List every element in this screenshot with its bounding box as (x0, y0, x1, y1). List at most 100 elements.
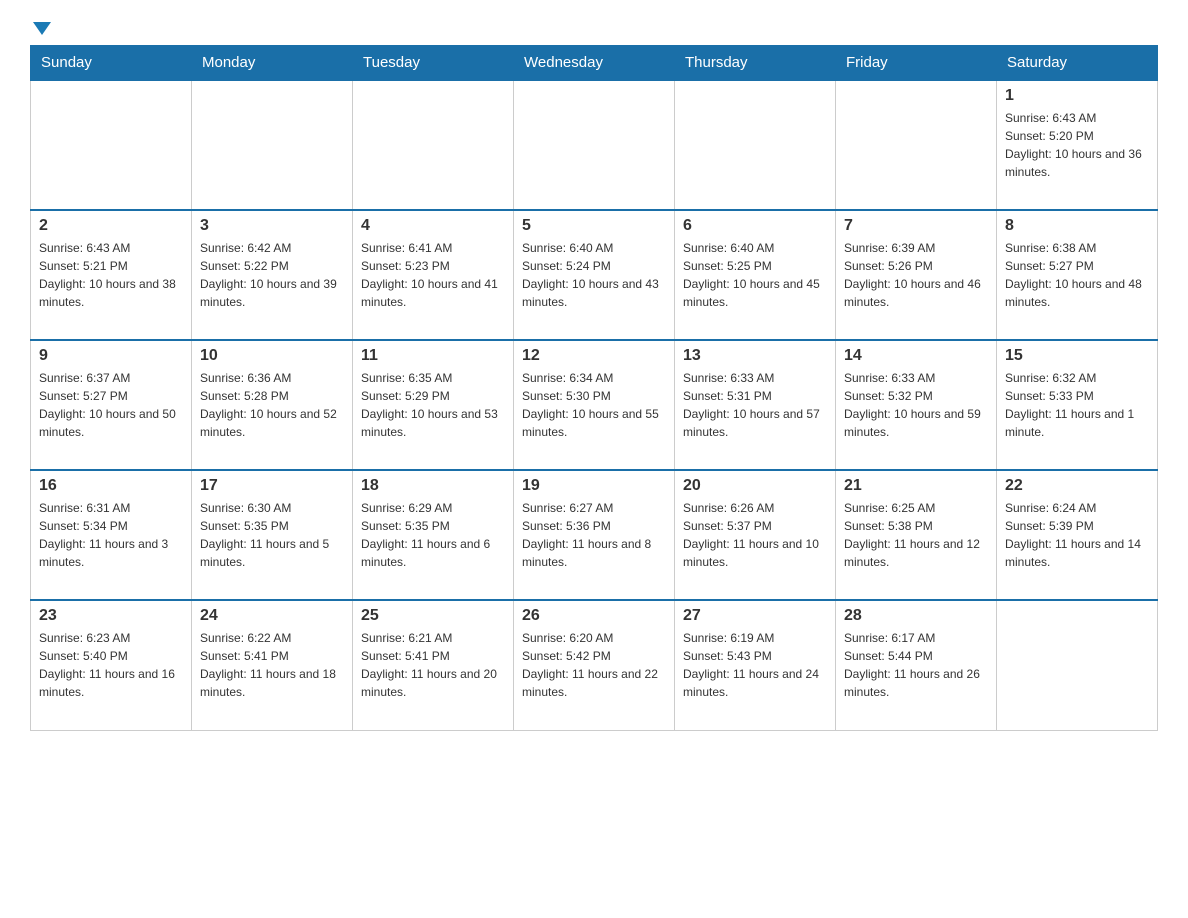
day-info: Sunrise: 6:21 AM Sunset: 5:41 PM Dayligh… (361, 629, 505, 701)
day-number: 9 (39, 347, 183, 365)
calendar-cell: 6 Sunrise: 6:40 AM Sunset: 5:25 PM Daylig… (675, 210, 836, 340)
day-number: 2 (39, 217, 183, 235)
calendar-cell: 26Sunrise: 6:20 AM Sunset: 5:42 PM Dayli… (514, 600, 675, 730)
calendar-cell: 21 Sunrise: 6:25 AM Sunset: 5:38 PM Dayli… (836, 470, 997, 600)
calendar-cell: 9 Sunrise: 6:37 AM Sunset: 5:27 PM Daylig… (31, 340, 192, 470)
calendar-cell: 14 Sunrise: 6:33 AM Sunset: 5:32 PM Dayli… (836, 340, 997, 470)
calendar-header-row: SundayMondayTuesdayWednesdayThursdayFrid… (31, 46, 1158, 81)
day-info: Sunrise: 6:34 AM Sunset: 5:30 PM Dayligh… (522, 369, 666, 441)
calendar-cell: 2 Sunrise: 6:43 AM Sunset: 5:21 PM Daylig… (31, 210, 192, 340)
day-info: Sunrise: 6:22 AM Sunset: 5:41 PM Dayligh… (200, 629, 344, 701)
calendar-cell: 12 Sunrise: 6:34 AM Sunset: 5:30 PM Dayli… (514, 340, 675, 470)
calendar-cell: 18 Sunrise: 6:29 AM Sunset: 5:35 PM Dayli… (353, 470, 514, 600)
day-number: 10 (200, 347, 344, 365)
calendar-cell (836, 80, 997, 210)
calendar-cell: 27 Sunrise: 6:19 AM Sunset: 5:43 PM Dayli… (675, 600, 836, 730)
calendar-cell: 24 Sunrise: 6:22 AM Sunset: 5:41 PM Dayli… (192, 600, 353, 730)
day-info: Sunrise: 6:38 AM Sunset: 5:27 PM Dayligh… (1005, 239, 1149, 311)
day-number: 21 (844, 477, 988, 495)
day-header-thursday: Thursday (675, 46, 836, 81)
calendar-cell (192, 80, 353, 210)
calendar-cell (31, 80, 192, 210)
calendar-cell: 19 Sunrise: 6:27 AM Sunset: 5:36 PM Dayli… (514, 470, 675, 600)
week-row-4: 16 Sunrise: 6:31 AM Sunset: 5:34 PM Dayli… (31, 470, 1158, 600)
calendar-cell (997, 600, 1158, 730)
day-info: Sunrise: 6:43 AM Sunset: 5:20 PM Dayligh… (1005, 109, 1149, 181)
day-number: 15 (1005, 347, 1149, 365)
day-number: 27 (683, 607, 827, 625)
day-info: Sunrise: 6:42 AM Sunset: 5:22 PM Dayligh… (200, 239, 344, 311)
day-number: 25 (361, 607, 505, 625)
day-number: 6 (683, 217, 827, 235)
day-number: 14 (844, 347, 988, 365)
day-number: 20 (683, 477, 827, 495)
day-number: 7 (844, 217, 988, 235)
day-number: 26 (522, 607, 666, 625)
day-number: 19 (522, 477, 666, 495)
day-info: Sunrise: 6:33 AM Sunset: 5:32 PM Dayligh… (844, 369, 988, 441)
day-info: Sunrise: 6:40 AM Sunset: 5:24 PM Dayligh… (522, 239, 666, 311)
day-number: 4 (361, 217, 505, 235)
day-number: 24 (200, 607, 344, 625)
day-info: Sunrise: 6:19 AM Sunset: 5:43 PM Dayligh… (683, 629, 827, 701)
week-row-1: 1 Sunrise: 6:43 AM Sunset: 5:20 PM Daylig… (31, 80, 1158, 210)
calendar-cell: 5 Sunrise: 6:40 AM Sunset: 5:24 PM Daylig… (514, 210, 675, 340)
calendar-cell: 16 Sunrise: 6:31 AM Sunset: 5:34 PM Dayli… (31, 470, 192, 600)
calendar-cell (514, 80, 675, 210)
day-info: Sunrise: 6:31 AM Sunset: 5:34 PM Dayligh… (39, 499, 183, 571)
logo (30, 20, 51, 35)
day-info: Sunrise: 6:35 AM Sunset: 5:29 PM Dayligh… (361, 369, 505, 441)
day-info: Sunrise: 6:17 AM Sunset: 5:44 PM Dayligh… (844, 629, 988, 701)
day-header-tuesday: Tuesday (353, 46, 514, 81)
day-number: 17 (200, 477, 344, 495)
day-info: Sunrise: 6:32 AM Sunset: 5:33 PM Dayligh… (1005, 369, 1149, 441)
day-info: Sunrise: 6:41 AM Sunset: 5:23 PM Dayligh… (361, 239, 505, 311)
day-number: 3 (200, 217, 344, 235)
day-info: Sunrise: 6:23 AM Sunset: 5:40 PM Dayligh… (39, 629, 183, 701)
calendar-cell (353, 80, 514, 210)
day-info: Sunrise: 6:24 AM Sunset: 5:39 PM Dayligh… (1005, 499, 1149, 571)
calendar-cell: 25 Sunrise: 6:21 AM Sunset: 5:41 PM Dayli… (353, 600, 514, 730)
day-number: 18 (361, 477, 505, 495)
calendar-cell: 20 Sunrise: 6:26 AM Sunset: 5:37 PM Dayli… (675, 470, 836, 600)
day-info: Sunrise: 6:43 AM Sunset: 5:21 PM Dayligh… (39, 239, 183, 311)
day-number: 22 (1005, 477, 1149, 495)
calendar-table: SundayMondayTuesdayWednesdayThursdayFrid… (30, 45, 1158, 731)
day-info: Sunrise: 6:40 AM Sunset: 5:25 PM Dayligh… (683, 239, 827, 311)
day-info: Sunrise: 6:33 AM Sunset: 5:31 PM Dayligh… (683, 369, 827, 441)
page-header (30, 20, 1158, 35)
calendar-cell: 1 Sunrise: 6:43 AM Sunset: 5:20 PM Daylig… (997, 80, 1158, 210)
day-number: 8 (1005, 217, 1149, 235)
week-row-3: 9 Sunrise: 6:37 AM Sunset: 5:27 PM Daylig… (31, 340, 1158, 470)
calendar-cell: 3 Sunrise: 6:42 AM Sunset: 5:22 PM Daylig… (192, 210, 353, 340)
day-number: 5 (522, 217, 666, 235)
day-info: Sunrise: 6:37 AM Sunset: 5:27 PM Dayligh… (39, 369, 183, 441)
day-info: Sunrise: 6:29 AM Sunset: 5:35 PM Dayligh… (361, 499, 505, 571)
day-info: Sunrise: 6:25 AM Sunset: 5:38 PM Dayligh… (844, 499, 988, 571)
day-info: Sunrise: 6:27 AM Sunset: 5:36 PM Dayligh… (522, 499, 666, 571)
calendar-cell: 15 Sunrise: 6:32 AM Sunset: 5:33 PM Dayli… (997, 340, 1158, 470)
day-number: 12 (522, 347, 666, 365)
day-header-wednesday: Wednesday (514, 46, 675, 81)
calendar-cell: 7 Sunrise: 6:39 AM Sunset: 5:26 PM Daylig… (836, 210, 997, 340)
day-info: Sunrise: 6:36 AM Sunset: 5:28 PM Dayligh… (200, 369, 344, 441)
day-number: 1 (1005, 87, 1149, 105)
day-number: 23 (39, 607, 183, 625)
day-info: Sunrise: 6:30 AM Sunset: 5:35 PM Dayligh… (200, 499, 344, 571)
calendar-cell: 22 Sunrise: 6:24 AM Sunset: 5:39 PM Dayli… (997, 470, 1158, 600)
day-info: Sunrise: 6:26 AM Sunset: 5:37 PM Dayligh… (683, 499, 827, 571)
day-header-saturday: Saturday (997, 46, 1158, 81)
day-header-monday: Monday (192, 46, 353, 81)
calendar-cell (675, 80, 836, 210)
calendar-cell: 13Sunrise: 6:33 AM Sunset: 5:31 PM Dayli… (675, 340, 836, 470)
calendar-cell: 23 Sunrise: 6:23 AM Sunset: 5:40 PM Dayli… (31, 600, 192, 730)
calendar-cell: 10 Sunrise: 6:36 AM Sunset: 5:28 PM Dayli… (192, 340, 353, 470)
calendar-cell: 11 Sunrise: 6:35 AM Sunset: 5:29 PM Dayli… (353, 340, 514, 470)
day-number: 16 (39, 477, 183, 495)
calendar-cell: 28Sunrise: 6:17 AM Sunset: 5:44 PM Dayli… (836, 600, 997, 730)
week-row-2: 2 Sunrise: 6:43 AM Sunset: 5:21 PM Daylig… (31, 210, 1158, 340)
day-number: 11 (361, 347, 505, 365)
calendar-cell: 17 Sunrise: 6:30 AM Sunset: 5:35 PM Dayli… (192, 470, 353, 600)
day-info: Sunrise: 6:39 AM Sunset: 5:26 PM Dayligh… (844, 239, 988, 311)
week-row-5: 23 Sunrise: 6:23 AM Sunset: 5:40 PM Dayli… (31, 600, 1158, 730)
